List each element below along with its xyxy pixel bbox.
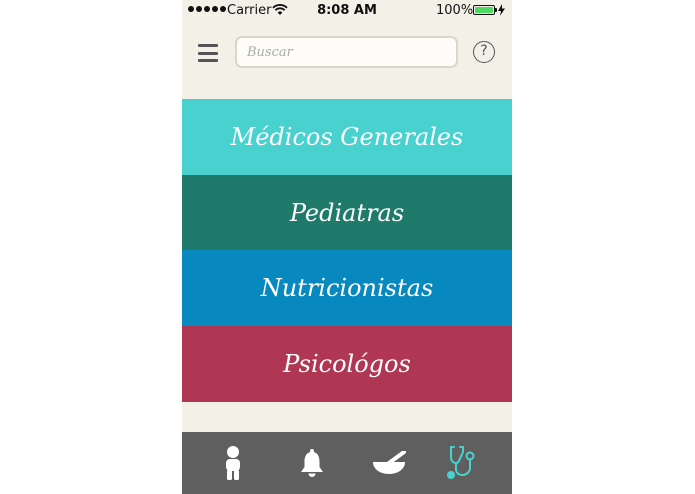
category-pediatras[interactable]: Pediatras — [182, 175, 512, 251]
hamburger-menu-icon[interactable] — [198, 42, 220, 64]
bell-icon — [301, 449, 323, 477]
help-icon[interactable]: ? — [473, 41, 495, 63]
tab-doctors[interactable] — [420, 432, 502, 494]
battery-icon — [473, 5, 495, 15]
app-screen: Carrier 8:08 AM 100% ? Médicos Generales… — [182, 0, 512, 494]
category-label: Psicológos — [283, 350, 411, 378]
charging-bolt-icon — [498, 4, 505, 20]
category-label: Pediatras — [289, 199, 405, 227]
battery-percentage: 100% — [436, 3, 474, 18]
child-icon — [226, 446, 240, 480]
category-medicos-generales[interactable]: Médicos Generales — [182, 99, 512, 175]
tab-bar — [182, 432, 512, 494]
tab-child[interactable] — [192, 432, 274, 494]
tab-notifications[interactable] — [271, 432, 353, 494]
search-input[interactable] — [235, 36, 458, 68]
category-label: Nutricionistas — [260, 274, 434, 302]
mortar-pestle-icon — [373, 451, 406, 474]
header: ? — [182, 22, 512, 98]
stethoscope-icon — [447, 446, 475, 479]
battery-cap — [495, 8, 497, 12]
category-psicologos[interactable]: Psicológos — [182, 326, 512, 402]
category-label: Médicos Generales — [230, 123, 464, 151]
category-nutricionistas[interactable]: Nutricionistas — [182, 250, 512, 326]
status-bar: Carrier 8:08 AM 100% — [182, 0, 512, 22]
tab-pharmacy[interactable] — [348, 432, 430, 494]
